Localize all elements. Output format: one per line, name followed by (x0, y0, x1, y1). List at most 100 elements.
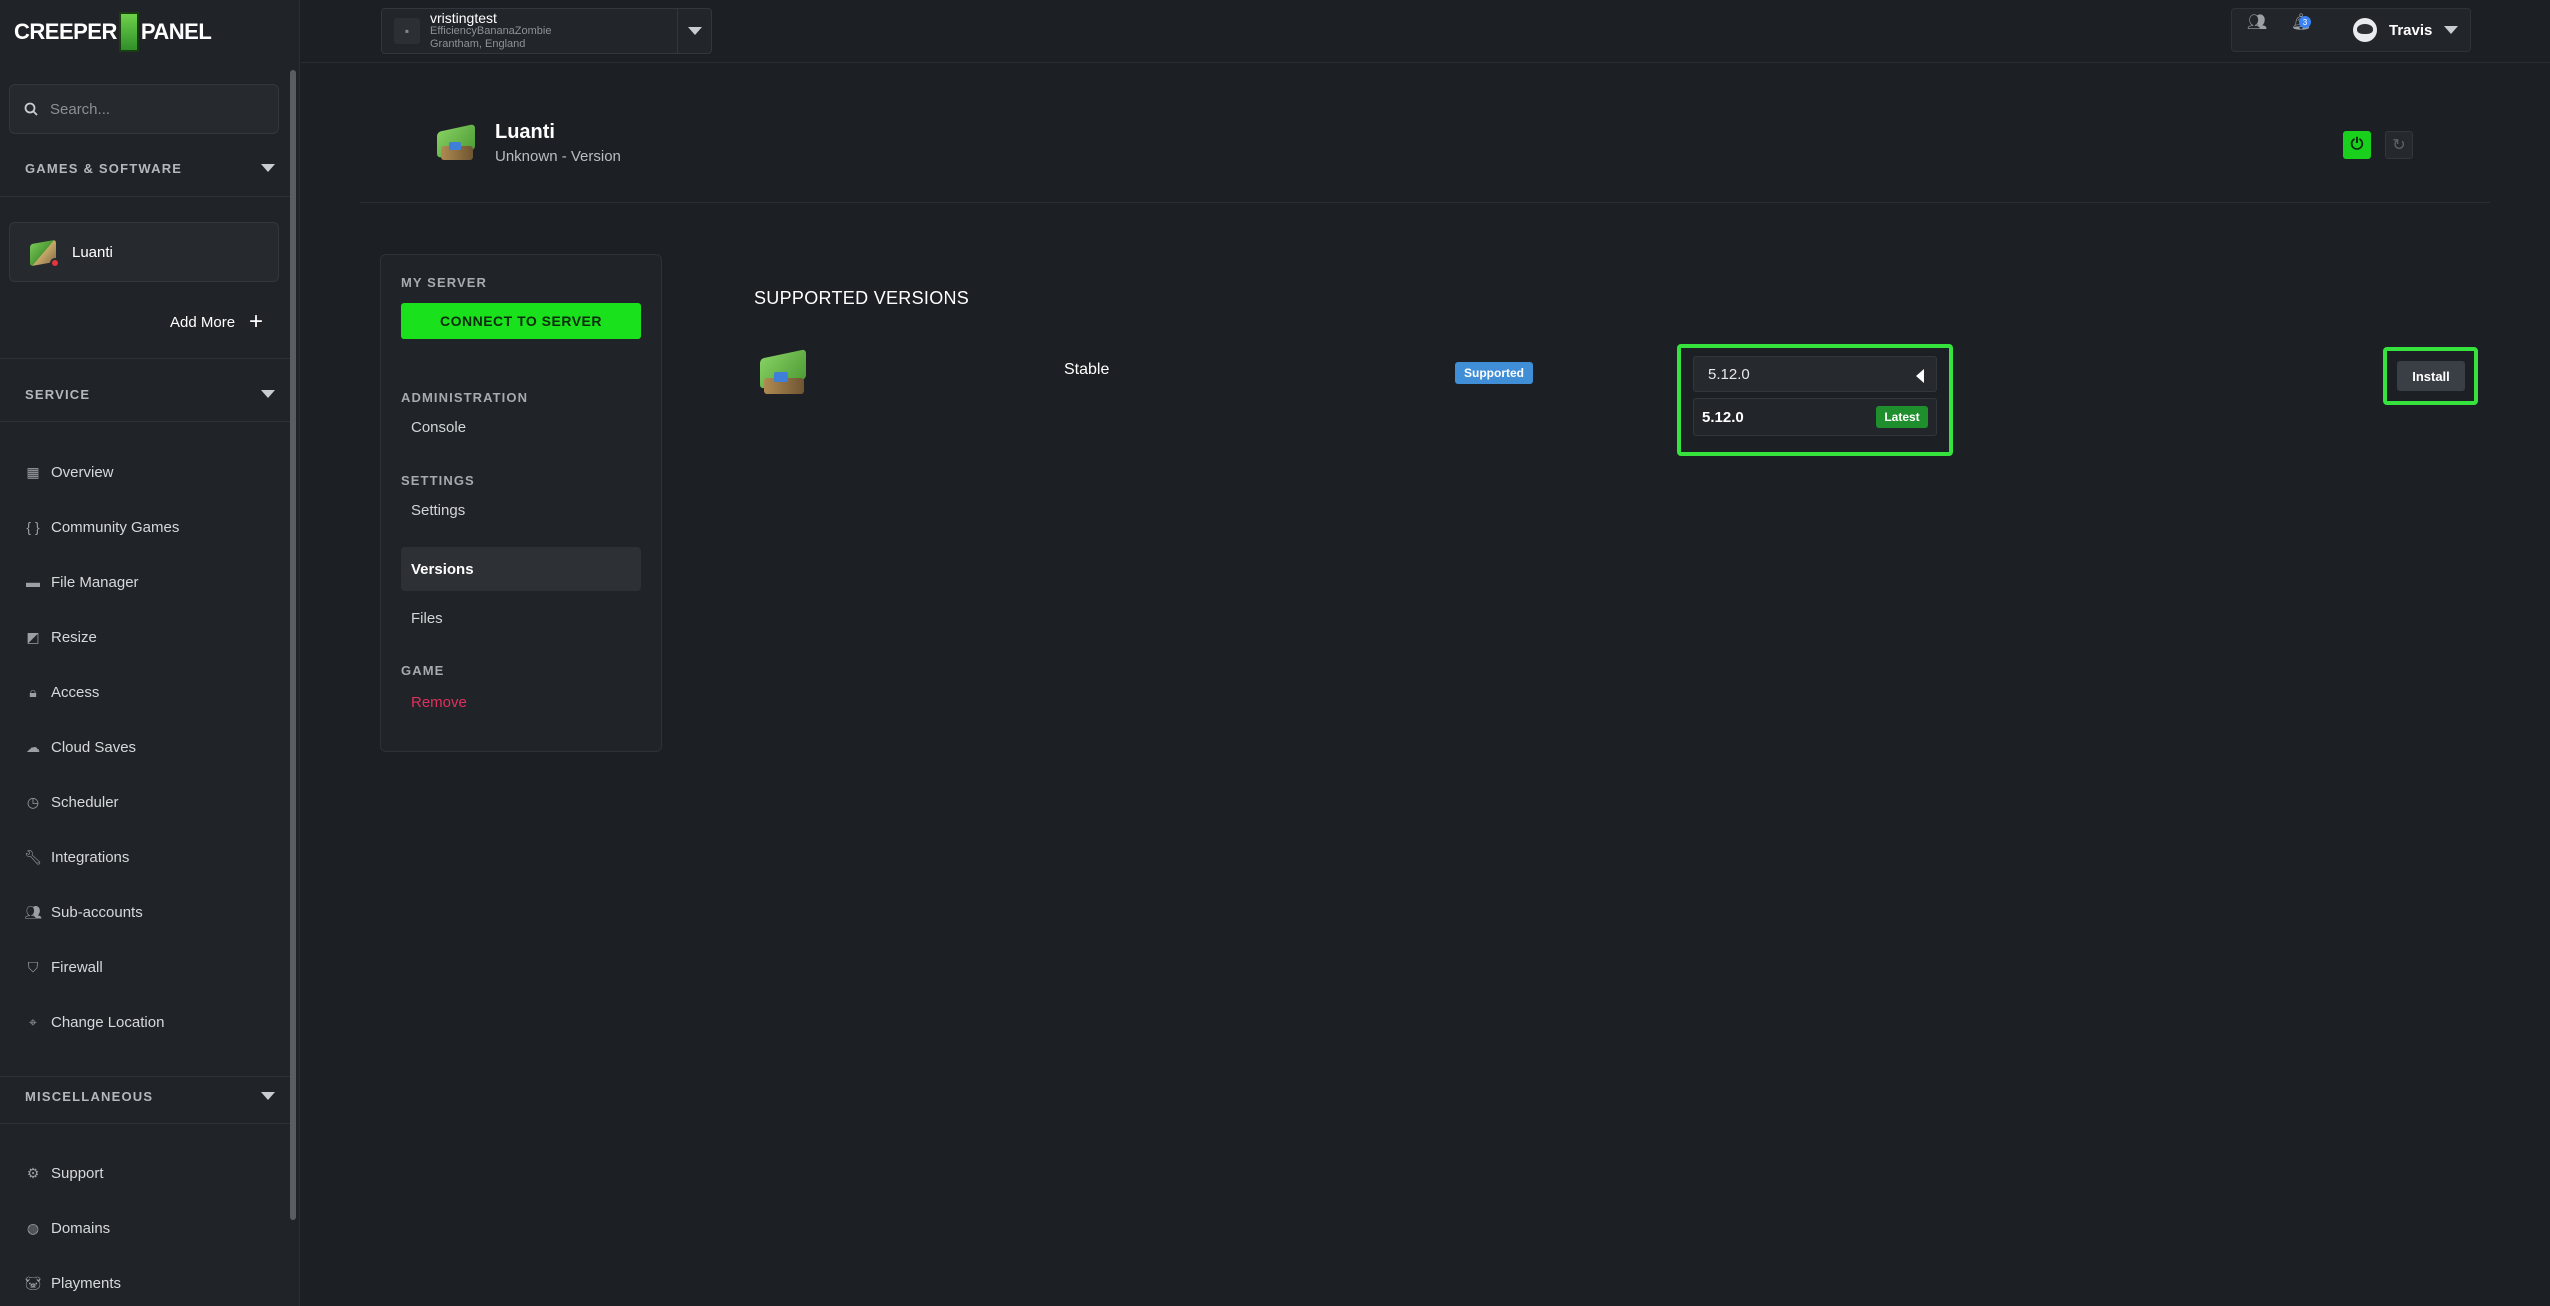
sidebar-item-cloud-saves[interactable]: ☁ Cloud Saves (25, 734, 136, 760)
friends-icon[interactable]: 👥︎ (2247, 12, 2267, 32)
sidebar-item-integrations[interactable]: 🔧︎ Integrations (24, 844, 130, 870)
user-menu[interactable]: Travis (2353, 8, 2459, 52)
sidebar-item-label: Integrations (51, 848, 130, 866)
menu-item-remove[interactable]: Remove (401, 680, 641, 724)
version-branch-name: Stable (1064, 361, 1110, 378)
sidebar-item-firewall[interactable]: ⛉ Firewall (25, 954, 103, 980)
sidebar-search[interactable] (9, 84, 279, 134)
service-section-toggle[interactable]: SERVICE (25, 383, 275, 405)
chevron-down-icon (2444, 26, 2459, 34)
games-section-label: GAMES & SOFTWARE (25, 160, 183, 176)
install-button[interactable]: Install (2397, 361, 2465, 391)
server-location: Grantham, England (430, 37, 526, 50)
game-card-label: Luanti (72, 243, 113, 261)
menu-item-settings[interactable]: Settings (401, 488, 641, 532)
sidebar-scrollbar[interactable] (289, 66, 297, 1306)
sidebar-item-label: Cloud Saves (51, 738, 137, 756)
chevron-down-icon (261, 390, 275, 398)
grid-icon: ▦ (26, 463, 40, 480)
chevron-down-icon (261, 164, 275, 172)
version-select-highlight: 5.12.0 5.12.0 Latest (1677, 344, 1953, 456)
games-section-toggle[interactable]: GAMES & SOFTWARE (25, 157, 275, 179)
divider (0, 196, 290, 197)
server-name: vristingtest (430, 9, 497, 26)
sidebar: CREEPER PANEL GAMES & SOFTWARE Luanti Ad… (0, 0, 300, 1306)
power-icon: ⏻ (2350, 136, 2364, 153)
game-card-luanti[interactable]: Luanti (9, 222, 279, 282)
braces-icon: { } (26, 519, 40, 535)
luanti-logo-icon (433, 120, 479, 166)
server-dropdown-toggle[interactable] (677, 9, 711, 53)
topbar: ▪ vristingtest EfficiencyBananaZombie Gr… (301, 0, 2550, 63)
sidebar-item-label: File Manager (51, 573, 139, 591)
menu-item-files[interactable]: Files (401, 596, 641, 640)
offline-status-dot (50, 258, 60, 268)
misc-section-toggle[interactable]: MISCELLANEOUS (25, 1085, 275, 1107)
sidebar-item-playments[interactable]: 🐷︎ Playments (24, 1270, 122, 1296)
sidebar-item-label: Scheduler (51, 793, 119, 811)
add-more-button[interactable]: Add More + (170, 310, 263, 334)
gear-icon: ⚙ (26, 1164, 40, 1181)
sidebar-item-sub-accounts[interactable]: 👥︎ Sub-accounts (24, 899, 143, 925)
server-menu: MY SERVER CONNECT TO SERVER ADMINISTRATI… (380, 254, 662, 752)
avatar (2353, 18, 2377, 42)
logo-text-1: CREEPER (14, 19, 117, 44)
server-switcher[interactable]: ▪ vristingtest EfficiencyBananaZombie Gr… (381, 8, 712, 54)
sidebar-item-resize[interactable]: ◩ Resize (25, 624, 96, 650)
game-header: Luanti Unknown - Version (433, 120, 621, 166)
sidebar-item-label: Access (51, 683, 100, 701)
menu-section-my-server: MY SERVER (401, 275, 488, 290)
service-section-label: SERVICE (25, 386, 91, 402)
menu-item-versions[interactable]: Versions (401, 547, 641, 591)
lock-icon: 🔒︎ (29, 683, 37, 700)
sidebar-item-label: Sub-accounts (51, 903, 143, 921)
server-host: EfficiencyBananaZombie (430, 24, 552, 37)
creeper-panel-logo[interactable]: CREEPER PANEL (14, 10, 212, 54)
restart-button[interactable]: ↻ (2385, 131, 2413, 159)
version-select[interactable]: 5.12.0 (1693, 356, 1937, 392)
chevron-down-icon (261, 1092, 275, 1100)
chevron-down-icon (687, 27, 702, 35)
sidebar-item-domains[interactable]: ◍ Domains (25, 1215, 110, 1241)
sidebar-item-access[interactable]: 🔒︎ Access (25, 679, 99, 705)
sidebar-item-file-manager[interactable]: ▬ File Manager (25, 569, 139, 595)
caret-left-icon (1916, 369, 1924, 383)
sidebar-item-community-games[interactable]: { } Community Games (25, 514, 179, 540)
sidebar-item-scheduler[interactable]: ◷ Scheduler (25, 789, 119, 815)
scrollbar-thumb[interactable] (290, 70, 296, 1220)
luanti-game-icon (28, 236, 60, 268)
server-thumbnail-icon: ▪ (394, 18, 420, 44)
install-highlight: Install (2383, 347, 2478, 405)
globe-icon: ◍ (26, 1219, 40, 1236)
menu-section-game: GAME (401, 663, 445, 678)
restart-icon: ↻ (2392, 137, 2406, 154)
sidebar-item-change-location[interactable]: ⌖ Change Location (25, 1009, 164, 1035)
creeper-block-icon (118, 12, 139, 52)
piggy-icon: 🐷︎ (24, 1274, 42, 1291)
user-name: Travis (2389, 21, 2433, 39)
page-subtitle: Unknown - Version (495, 148, 621, 165)
users-icon: 👥︎ (24, 903, 42, 920)
search-input[interactable] (50, 100, 260, 118)
sidebar-item-support[interactable]: ⚙ Support (25, 1160, 104, 1186)
logo-text-2: PANEL (140, 19, 212, 44)
menu-item-console[interactable]: Console (401, 405, 641, 449)
section-title: SUPPORTED VERSIONS (754, 288, 970, 308)
pin-icon: ⌖ (29, 1013, 37, 1030)
divider (360, 202, 2490, 203)
shield-icon: ⛉ (27, 958, 39, 975)
resize-icon: ◩ (26, 628, 40, 645)
version-option[interactable]: 5.12.0 Latest (1693, 398, 1937, 436)
wrench-icon: 🔧︎ (24, 848, 42, 865)
cloud-icon: ☁ (26, 738, 40, 755)
clock-icon: ◷ (26, 793, 40, 810)
connect-to-server-button[interactable]: CONNECT TO SERVER (401, 303, 641, 339)
luanti-version-icon (754, 344, 812, 402)
latest-badge: Latest (1876, 406, 1928, 428)
status-badge: Supported (1455, 362, 1533, 384)
sidebar-item-label: Playments (51, 1274, 122, 1292)
power-button[interactable]: ⏻ (2343, 131, 2371, 159)
notification-count-badge: 3 (2299, 16, 2311, 28)
sidebar-item-overview[interactable]: ▦ Overview (25, 459, 113, 485)
sidebar-item-label: Support (51, 1164, 104, 1182)
